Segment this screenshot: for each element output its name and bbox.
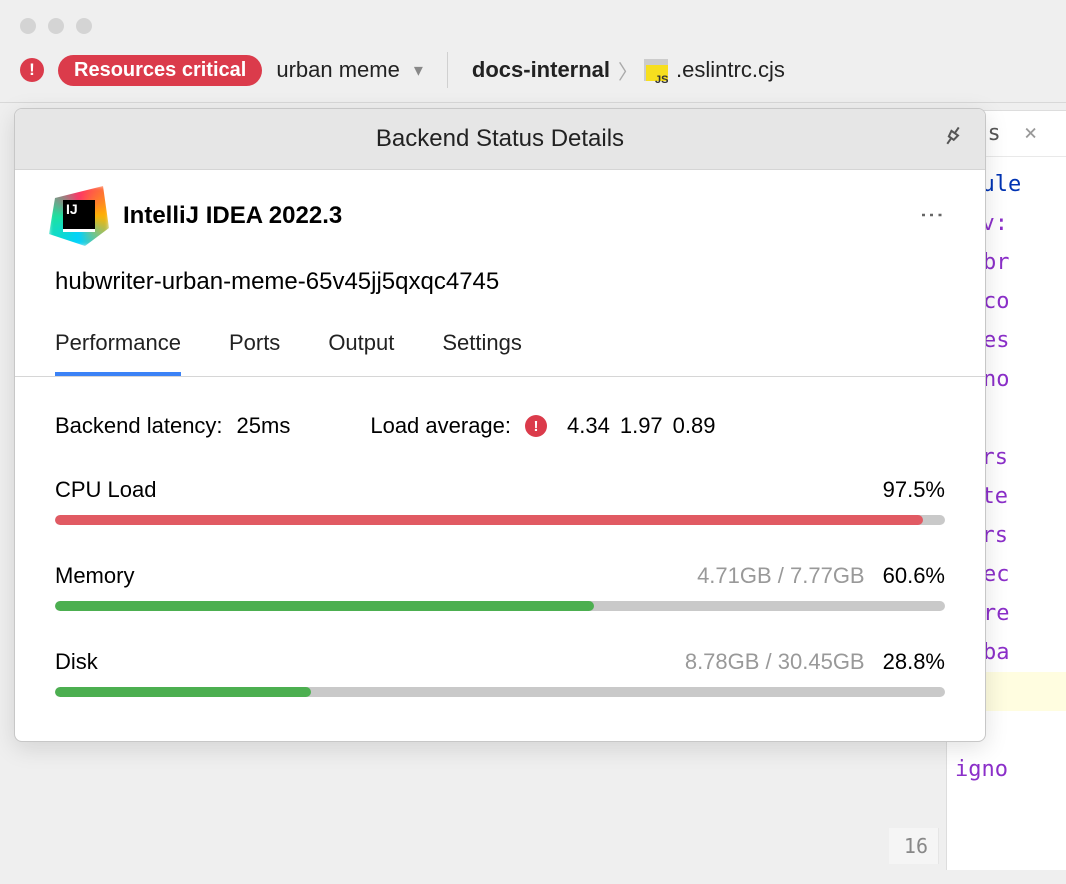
- latency-label: Backend latency:: [55, 413, 223, 439]
- load-value: 1.97: [620, 413, 663, 438]
- load-label: Load average:: [370, 413, 511, 439]
- metric-percent: 60.6%: [883, 563, 945, 589]
- metric-name: Memory: [55, 563, 134, 589]
- load-values: 4.34 1.97 0.89: [557, 413, 715, 439]
- close-icon[interactable]: ×: [1024, 121, 1037, 146]
- metric-name: Disk: [55, 649, 98, 675]
- metric-memory: Memory 4.71GB / 7.77GB 60.6%: [55, 563, 945, 611]
- breadcrumb: docs-internal 〉 JS .eslintrc.cjs: [472, 56, 785, 85]
- popup-header: Backend Status Details: [15, 109, 985, 170]
- load-value: 0.89: [673, 413, 716, 438]
- progress-bar: [55, 687, 945, 697]
- stats-row: Backend latency: 25ms Load average: ! 4.…: [55, 413, 945, 439]
- breadcrumb-file[interactable]: .eslintrc.cjs: [676, 57, 785, 83]
- backend-status-popup: Backend Status Details IJ IntelliJ IDEA …: [14, 108, 986, 742]
- progress-bar: [55, 515, 945, 525]
- ide-row: IJ IntelliJ IDEA 2022.3 ⋮: [55, 192, 945, 240]
- project-name[interactable]: urban meme: [276, 57, 400, 83]
- window-controls: [0, 0, 1066, 52]
- status-badge[interactable]: Resources critical: [58, 55, 262, 86]
- progress-bar-fill: [55, 515, 923, 525]
- latency-value: 25ms: [237, 413, 291, 439]
- popup-title: Backend Status Details: [376, 125, 624, 153]
- metric-detail: 8.78GB / 30.45GB: [685, 649, 865, 675]
- ide-name: IntelliJ IDEA 2022.3: [123, 202, 342, 230]
- separator: [447, 52, 448, 88]
- metric-percent: 28.8%: [883, 649, 945, 675]
- window-minimize-icon[interactable]: [48, 18, 64, 34]
- alert-icon: !: [525, 415, 547, 437]
- tab-ports[interactable]: Ports: [229, 330, 280, 376]
- tab-performance[interactable]: Performance: [55, 330, 181, 376]
- gutter-line-number: 16: [889, 828, 939, 864]
- toolbar: ! Resources critical urban meme ▾ docs-i…: [0, 52, 1066, 103]
- tab-settings[interactable]: Settings: [442, 330, 522, 376]
- window-zoom-icon[interactable]: [76, 18, 92, 34]
- more-menu-icon[interactable]: ⋮: [917, 203, 945, 229]
- metric-disk: Disk 8.78GB / 30.45GB 28.8%: [55, 649, 945, 697]
- progress-bar-fill: [55, 687, 311, 697]
- metric-name: CPU Load: [55, 477, 157, 503]
- metric-percent: 97.5%: [883, 477, 945, 503]
- pin-icon[interactable]: [932, 119, 969, 158]
- load-value: 4.34: [567, 413, 610, 438]
- metric-cpu-load: CPU Load 97.5%: [55, 477, 945, 525]
- js-file-icon: JS: [646, 59, 668, 81]
- tabs: Performance Ports Output Settings: [15, 330, 985, 377]
- code-line: igno: [955, 750, 1066, 789]
- progress-bar: [55, 601, 945, 611]
- intellij-logo-icon: IJ: [55, 192, 103, 240]
- progress-bar-fill: [55, 601, 594, 611]
- popup-body: IJ IntelliJ IDEA 2022.3 ⋮ hubwriter-urba…: [15, 170, 985, 741]
- chevron-down-icon[interactable]: ▾: [414, 60, 423, 81]
- alert-icon: !: [20, 58, 44, 82]
- hostname: hubwriter-urban-meme-65v45jj5qxqc4745: [55, 268, 945, 296]
- breadcrumb-separator-icon: 〉: [618, 56, 638, 85]
- breadcrumb-project[interactable]: docs-internal: [472, 57, 610, 83]
- metric-detail: 4.71GB / 7.77GB: [697, 563, 865, 589]
- window-close-icon[interactable]: [20, 18, 36, 34]
- tab-output[interactable]: Output: [328, 330, 394, 376]
